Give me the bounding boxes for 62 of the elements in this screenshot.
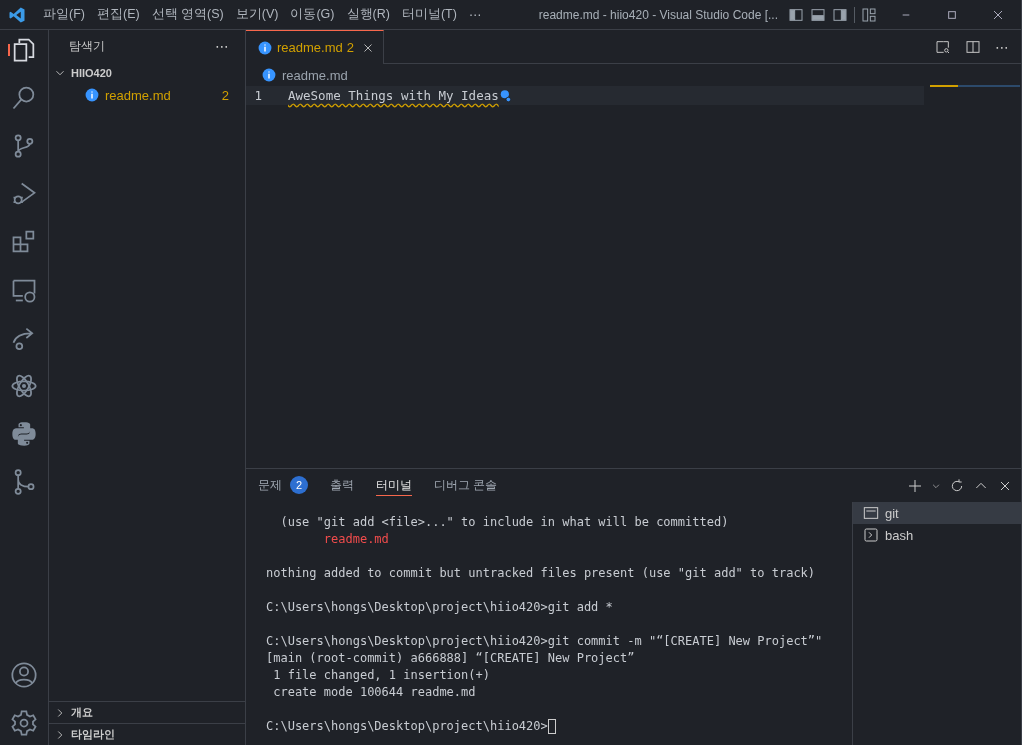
account-icon[interactable] [10, 661, 38, 689]
problem-count: 2 [221, 87, 229, 103]
editor-tab[interactable]: readme.md 2 [246, 30, 384, 64]
settings-icon[interactable] [10, 709, 38, 737]
open-preview-icon[interactable] [935, 38, 951, 55]
info-icon [262, 68, 276, 82]
menu-item[interactable]: 실행(R) [340, 6, 396, 23]
section-title: 개요 [71, 705, 93, 720]
panel-tab[interactable]: 디버그 콘솔 [434, 475, 498, 496]
info-icon [258, 40, 272, 55]
folder-row[interactable]: HIIO420 [49, 62, 245, 84]
console-icon [863, 505, 879, 521]
terminal-line: C:\Users\hongs\Desktop\project\hiio420>git commit -m "“[CREATE] New Project”" [266, 633, 823, 650]
menu-item[interactable]: 편집(E) [90, 6, 146, 23]
terminal-line: C:\Users\hongs\Desktop\project\hiio420>git add * [266, 599, 613, 616]
vscode-logo-icon [8, 5, 26, 24]
section-header[interactable]: 타임라인 [49, 723, 245, 745]
toggle-secondary-sidebar-icon[interactable] [832, 6, 848, 23]
atom-icon[interactable] [10, 372, 38, 400]
file-name: readme.md [105, 87, 172, 103]
panel-tab[interactable]: 출력 [330, 475, 354, 496]
menu-item[interactable]: 선택 영역(S) [145, 6, 230, 23]
terminal-line: C:\Users\hongs\Desktop\project\hiio420> [266, 718, 548, 735]
split-editor-icon[interactable] [965, 38, 981, 55]
section-title: 타임라인 [71, 727, 115, 742]
menu-item[interactable]: 터미널(T) [395, 6, 463, 23]
file-row[interactable]: readme.md 2 [49, 84, 245, 106]
terminal-line: readme.md [322, 531, 389, 548]
panel-tab[interactable]: 문제 2 [258, 475, 308, 496]
terminal-list-item[interactable]: git [853, 502, 1021, 524]
terminal-icon [863, 527, 879, 543]
menu-item[interactable]: 이동(G) [284, 6, 341, 23]
breadcrumb-item[interactable]: readme.md [282, 67, 348, 83]
terminal-line: 1 file changed, 1 insertion(+) [272, 667, 490, 684]
python-icon[interactable] [10, 420, 38, 448]
menu-item[interactable]: 파일(F) [37, 6, 91, 23]
info-icon [85, 88, 99, 102]
more-actions-button[interactable]: ⋯ [215, 38, 229, 54]
refresh-icon[interactable] [949, 477, 965, 494]
window-title: readme.md - hiio420 - Visual Studio Code [... [538, 7, 778, 22]
section-header[interactable]: 개요 [49, 701, 245, 723]
problem-count: 2 [346, 40, 354, 55]
terminal-list-item[interactable]: bash [853, 524, 1021, 546]
folder-name: HIIO420 [71, 67, 112, 79]
terminal-line: nothing added to commit but untracked files present (use "git add" to track) [266, 565, 816, 582]
more-actions-button[interactable]: ⋯ [995, 38, 1009, 55]
terminal-line: create mode 100644 readme.md [272, 684, 476, 701]
count-badge: 2 [290, 476, 308, 494]
menu-item[interactable]: 보기(V) [229, 6, 285, 23]
terminal-line: [main (root-commit) a666888] “[CREATE] New Project” [266, 650, 635, 667]
toggle-primary-sidebar-icon[interactable] [788, 6, 804, 23]
toggle-panel-icon[interactable] [810, 6, 826, 23]
code-line: AweSome Things with My Ideas [288, 88, 499, 103]
plus-icon[interactable] [907, 477, 923, 494]
sidebar-title: 탐색기 [69, 38, 105, 54]
customize-layout-icon[interactable] [861, 6, 877, 23]
panel-tab[interactable]: 터미널 [376, 475, 412, 496]
more-menu-button[interactable]: ⋯ [462, 7, 488, 22]
terminal-line: (use "git add <file>..." to include in what will be committed) [279, 514, 729, 531]
tab-label: readme.md [277, 40, 343, 55]
line-number: 1 [253, 88, 263, 103]
lightbulb-icon[interactable] [498, 88, 513, 103]
